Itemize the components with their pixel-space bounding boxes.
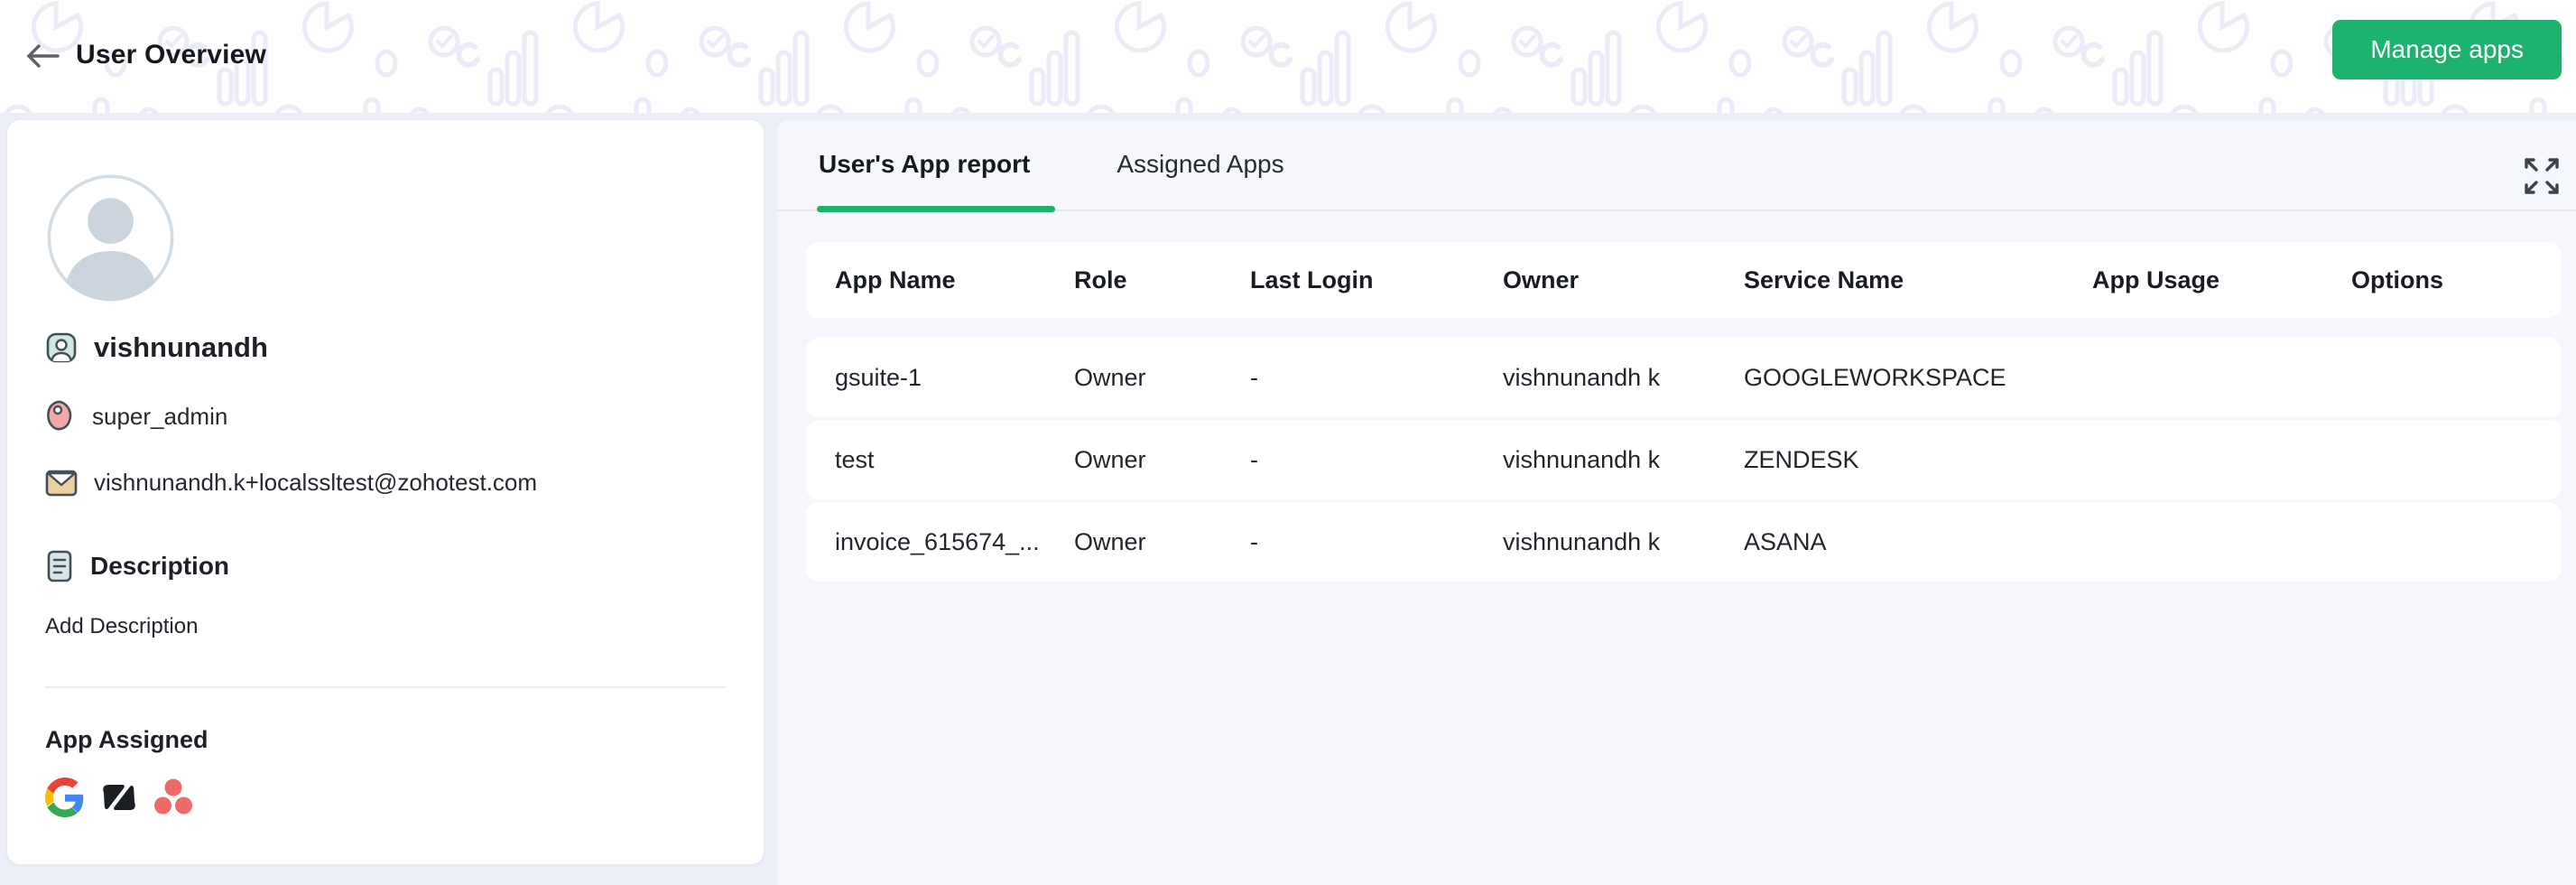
add-description-link[interactable]: Add Description	[45, 614, 198, 639]
background-doodles	[0, 0, 2576, 113]
email-icon	[45, 470, 78, 497]
table-body: gsuite-1Owner-vishnunandh kGOOGLEWORKSPA…	[806, 338, 2562, 582]
column-header-options: Options	[2351, 266, 2533, 294]
cell-owner: vishnunandh k	[1503, 446, 1744, 474]
cell-app-name: invoice_615674_...	[835, 528, 1074, 556]
column-header-role: Role	[1074, 266, 1250, 294]
cell-last-login: -	[1250, 446, 1503, 474]
cell-service-name: ASANA	[1744, 528, 2092, 556]
avatar	[45, 172, 176, 303]
user-email: vishnunandh.k+localssltest@zohotest.com	[94, 469, 537, 497]
content-area: vishnunandh super_admin vishnunandh.k+lo…	[0, 113, 2576, 885]
description-icon	[45, 549, 74, 583]
cell-role: Owner	[1074, 364, 1250, 392]
user-role: super_admin	[92, 403, 227, 431]
cell-service-name: GOOGLEWORKSPACE	[1744, 364, 2092, 392]
report-panel: User's App report Assigned Apps App Name…	[777, 120, 2576, 885]
column-header-owner: Owner	[1503, 266, 1744, 294]
manage-apps-button[interactable]: Manage apps	[2332, 20, 2562, 79]
page-title: User Overview	[76, 40, 266, 70]
assigned-apps-icon-list	[45, 778, 726, 817]
tab-users-app-report[interactable]: User's App report	[817, 150, 1032, 211]
expand-icon[interactable]	[2522, 154, 2562, 198]
description-label: Description	[90, 552, 229, 581]
cell-service-name: ZENDESK	[1744, 446, 2092, 474]
back-arrow-button[interactable]	[23, 40, 63, 72]
top-bar: User Overview Manage apps	[0, 0, 2576, 113]
user-email-row: vishnunandh.k+localssltest@zohotest.com	[45, 469, 726, 497]
table-header-row: App NameRoleLast LoginOwnerService NameA…	[806, 242, 2562, 318]
user-name-row: vishnunandh	[45, 331, 726, 364]
cell-last-login: -	[1250, 528, 1503, 556]
card-divider	[45, 686, 726, 688]
user-role-row: super_admin	[45, 400, 726, 433]
profile-card: vishnunandh super_admin vishnunandh.k+lo…	[7, 120, 764, 864]
cell-app-name: gsuite-1	[835, 364, 1074, 392]
table-row[interactable]: testOwner-vishnunandh kZENDESK	[806, 420, 2562, 499]
cell-app-name: test	[835, 446, 1074, 474]
column-header-last-login: Last Login	[1250, 266, 1503, 294]
cell-role: Owner	[1074, 446, 1250, 474]
asana-icon[interactable]	[153, 778, 193, 816]
user-overview-screen: User Overview Manage apps	[0, 0, 2576, 885]
cell-owner: vishnunandh k	[1503, 528, 1744, 556]
table-row[interactable]: invoice_615674_...Owner-vishnunandh kASA…	[806, 502, 2562, 582]
app-assigned-label: App Assigned	[45, 726, 726, 754]
column-header-app-usage: App Usage	[2092, 266, 2351, 294]
cell-last-login: -	[1250, 364, 1503, 392]
cell-owner: vishnunandh k	[1503, 364, 1744, 392]
user-name: vishnunandh	[94, 331, 268, 364]
description-header-row: Description	[45, 549, 726, 583]
cell-role: Owner	[1074, 528, 1250, 556]
column-header-app-name: App Name	[835, 266, 1074, 294]
column-header-service-name: Service Name	[1744, 266, 2092, 294]
tab-assigned-apps[interactable]: Assigned Apps	[1115, 150, 1285, 211]
tab-bar: User's App report Assigned Apps	[777, 120, 2576, 211]
apps-table: App NameRoleLast LoginOwnerService NameA…	[806, 242, 2562, 582]
table-row[interactable]: gsuite-1Owner-vishnunandh kGOOGLEWORKSPA…	[806, 338, 2562, 417]
user-badge-icon	[45, 331, 78, 364]
google-workspace-icon[interactable]	[45, 778, 85, 817]
role-tag-icon	[45, 400, 76, 433]
zendesk-icon[interactable]	[100, 781, 138, 814]
